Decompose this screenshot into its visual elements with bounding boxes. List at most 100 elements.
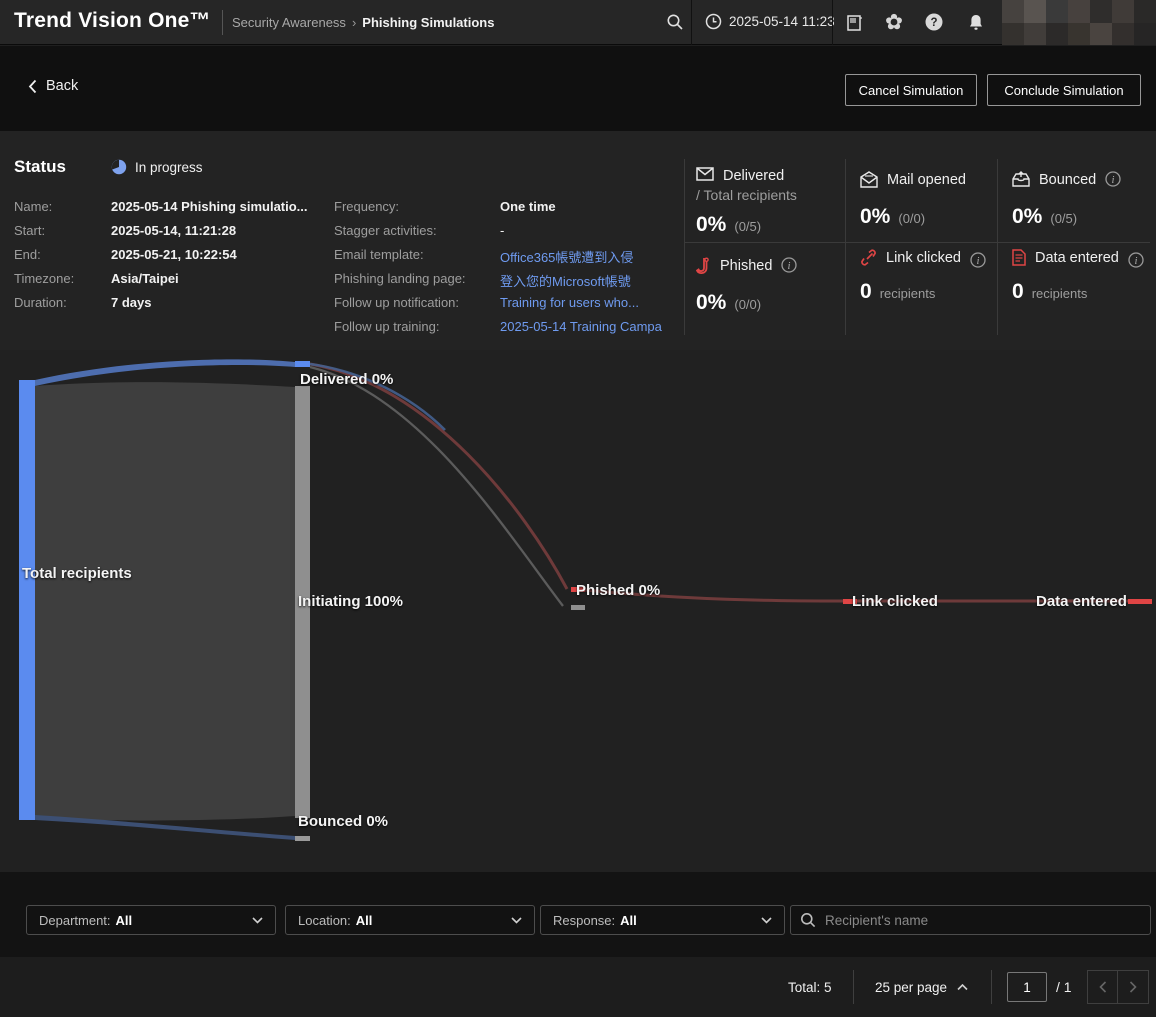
breadcrumb-current: Phishing Simulations [362,15,494,30]
stat-detail: (0/0) [898,211,925,226]
recipient-search-input[interactable] [823,912,1141,929]
apps-pinwheel-icon[interactable] [880,8,908,36]
landing-page-link[interactable]: 登入您的Microsoft帳號 [500,271,631,290]
search-icon [800,912,816,928]
chevron-left-icon [1099,981,1107,993]
flow-total-delivered[interactable] [35,359,295,386]
detail-toolbar: Back Cancel Simulation Conclude Simulati… [0,46,1156,131]
filter-value: All [356,913,373,928]
svg-text:?: ? [930,17,937,29]
stat-detail: (0/5) [1050,211,1077,226]
detail-value: 2025-05-14 Phishing simulatio... [111,199,308,214]
flow-delivered-phished[interactable] [310,364,567,589]
detail-label: Frequency: [334,199,399,214]
search-icon[interactable] [661,8,689,36]
bounce-icon [1012,171,1030,188]
per-page-dropdown[interactable]: 25 per page [875,957,968,1017]
info-icon[interactable]: i [970,252,986,268]
stat-value: 0 [1012,280,1024,304]
department-filter-dropdown[interactable]: Department: All [26,905,276,935]
stat-delivered: Delivered / Total recipients 0%(0/5) [696,167,797,237]
svg-text:i: i [1112,175,1115,186]
filter-label: Response: [553,913,615,928]
detail-value: 7 days [111,295,151,310]
svg-text:i: i [788,261,791,272]
app-brand: Trend Vision One™ [14,9,211,33]
stat-value: 0% [1012,205,1042,229]
filter-value: All [620,913,637,928]
detail-label: Name: [14,199,52,214]
pager-divider [991,970,992,1004]
chevron-down-icon [761,917,772,924]
stat-label: Bounced [1039,171,1096,189]
node-total-recipients[interactable] [19,380,35,820]
detail-label: Phishing landing page: [334,271,466,286]
status-title: Status [14,157,66,177]
console-time[interactable]: 2025-05-14 11:23 [705,13,835,30]
conclude-simulation-button[interactable]: Conclude Simulation [987,74,1141,106]
label-total-recipients: Total recipients [22,565,132,582]
stat-link-clicked: Link clicked i 0recipients [860,249,990,304]
node-bounced[interactable] [295,836,310,841]
label-delivered: Delivered 0% [300,371,393,388]
cancel-simulation-button[interactable]: Cancel Simulation [845,74,977,106]
node-data-entered[interactable] [1128,599,1152,604]
chevron-down-icon [252,917,263,924]
stat-mail-opened: Mail opened 0%(0/0) [860,171,966,229]
header-divider [691,0,692,45]
chevron-left-icon [28,79,37,94]
link-icon [860,249,877,266]
help-icon[interactable]: ? [920,8,948,36]
phishing-simulation-page: Trend Vision One™ Security Awareness›Phi… [0,0,1156,1017]
in-progress-pie-icon [111,159,127,175]
stat-value: 0% [860,205,890,229]
page-count: / 1 [1056,957,1072,1017]
label-link-clicked: Link clicked [852,593,938,610]
stats-divider [845,159,846,335]
followup-training-link[interactable]: 2025-05-14 Training Campa [500,319,662,334]
back-button[interactable]: Back [28,78,78,94]
release-notes-icon[interactable] [840,8,868,36]
stat-detail: recipients [1032,286,1088,301]
stat-data-entered: Data entered i 0recipients [1012,249,1152,304]
followup-notification-link[interactable]: Training for users who... [500,295,639,310]
per-page-label: 25 per page [875,980,947,995]
brand-divider [222,10,223,35]
redacted-account-area[interactable] [1002,0,1156,45]
label-phished: Phished 0% [576,582,660,599]
console-time-text: 2025-05-14 11:23 [729,14,835,29]
next-page-button[interactable] [1118,970,1149,1004]
detail-label: End: [14,247,41,262]
recipient-search [790,905,1151,935]
prev-page-button[interactable] [1087,970,1118,1004]
mail-closed-icon [696,167,714,181]
detail-label: Stagger activities: [334,223,437,238]
location-filter-dropdown[interactable]: Location: All [285,905,535,935]
stat-value: 0% [696,291,726,315]
notifications-bell-icon[interactable] [962,8,990,36]
page-number-input[interactable] [1007,972,1047,1002]
clock-icon [705,13,722,30]
breadcrumb: Security Awareness›Phishing Simulations [232,15,494,30]
hook-icon [696,257,711,275]
email-template-link[interactable]: Office365帳號遭到入侵 [500,247,633,266]
detail-value: 2025-05-21, 10:22:54 [111,247,237,262]
funnel-sankey-chart: Delivered 0% Total recipients Initiating… [0,350,1156,872]
detail-value: Asia/Taipei [111,271,179,286]
node-delivered[interactable] [295,361,310,367]
response-filter-dropdown[interactable]: Response: All [540,905,785,935]
stats-row-divider [684,242,1150,243]
filter-label: Location: [298,913,351,928]
info-icon[interactable]: i [1105,171,1121,187]
svg-text:i: i [1134,256,1137,267]
flow-total-initiating[interactable] [35,382,295,820]
data-entered-icon [1012,249,1026,266]
info-icon[interactable]: i [781,257,797,273]
stats-divider [684,159,685,335]
flow-delivered-remainder[interactable] [310,367,563,606]
mail-open-icon [860,171,878,188]
pager-divider [853,970,854,1004]
breadcrumb-parent[interactable]: Security Awareness [232,15,346,30]
info-icon[interactable]: i [1128,252,1144,268]
stat-sublabel: / Total recipients [696,187,797,203]
